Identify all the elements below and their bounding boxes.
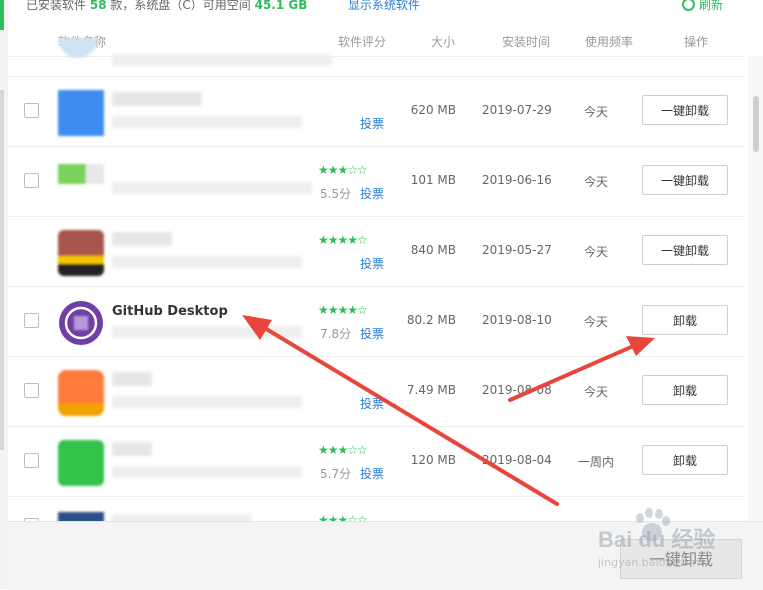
size-cell: 120 MB bbox=[410, 453, 456, 467]
frequency-cell: 一周内 bbox=[577, 455, 614, 469]
table-row: GitHub Desktop ★★★★☆ 7.8分 投票 80.2 MB 201… bbox=[8, 286, 744, 357]
uninstall-button[interactable]: 一键卸载 bbox=[642, 165, 728, 195]
install-date-cell: 2019-05-27 bbox=[482, 243, 552, 257]
uninstall-button[interactable]: 卸载 bbox=[642, 445, 728, 475]
frequency-cell: 今天 bbox=[583, 315, 608, 329]
github-desktop-icon bbox=[59, 301, 103, 345]
vertical-scrollbar[interactable] bbox=[748, 56, 763, 521]
size-cell: 840 MB bbox=[410, 243, 456, 257]
score-text: 5.5分 bbox=[320, 187, 352, 201]
blurred-description bbox=[112, 54, 332, 66]
size-cell: 80.2 MB bbox=[406, 313, 456, 327]
score-text: 7.8分 bbox=[320, 327, 352, 341]
blurred-description bbox=[112, 256, 302, 268]
install-date-cell: 2019-08-10 bbox=[482, 313, 552, 327]
app-icon bbox=[58, 440, 104, 486]
blurred-description bbox=[112, 116, 302, 128]
uninstall-button[interactable]: 卸载 bbox=[642, 375, 728, 405]
blurred-description bbox=[112, 396, 302, 408]
frequency-cell: 今天 bbox=[583, 105, 608, 119]
blurred-description bbox=[112, 466, 302, 478]
row-checkbox[interactable] bbox=[24, 383, 39, 398]
frequency-cell: 今天 bbox=[583, 175, 608, 189]
scrollbar-thumb[interactable] bbox=[753, 96, 759, 152]
install-date-cell: 2019-08-08 bbox=[482, 383, 552, 397]
install-date-cell: 2019-06-16 bbox=[482, 173, 552, 187]
blurred-description bbox=[112, 326, 302, 338]
rating-stars: ★★★☆☆ bbox=[318, 163, 368, 177]
watermark-brand: Bai du 经验 bbox=[598, 527, 716, 552]
row-checkbox[interactable] bbox=[24, 173, 39, 188]
size-cell: 7.49 MB bbox=[406, 383, 456, 397]
row-checkbox[interactable] bbox=[24, 313, 39, 328]
left-scroll-thumb[interactable] bbox=[0, 90, 4, 450]
row-checkbox[interactable] bbox=[24, 453, 39, 468]
install-date-cell: 2019-08-04 bbox=[482, 453, 552, 467]
size-cell: 620 MB bbox=[410, 103, 456, 117]
app-name: GitHub Desktop bbox=[112, 304, 228, 319]
blurred-description bbox=[112, 182, 312, 194]
frequency-cell: 今天 bbox=[583, 245, 608, 259]
rating-stars: ★★★☆☆ bbox=[318, 443, 368, 457]
table-row: ★★★★☆ 投票 840 MB 2019-05-27 今天 一键卸载 bbox=[8, 216, 744, 287]
uninstall-button[interactable]: 一键卸载 bbox=[642, 235, 728, 265]
vote-link[interactable]: 投票 bbox=[360, 395, 384, 412]
row-checkbox[interactable] bbox=[24, 103, 39, 118]
vote-link[interactable]: 投票 bbox=[360, 465, 384, 482]
blurred-name bbox=[112, 232, 172, 246]
table-row: 投票 7.49 MB 2019-08-08 今天 卸载 bbox=[8, 356, 744, 427]
vote-link[interactable]: 投票 bbox=[360, 115, 384, 132]
rating-stars: ★★★★☆ bbox=[318, 303, 368, 317]
blurred-name bbox=[112, 442, 152, 456]
score-text: 5.7分 bbox=[320, 467, 352, 481]
vote-link[interactable]: 投票 bbox=[360, 325, 384, 342]
blurred-name bbox=[112, 372, 152, 386]
uninstall-button[interactable]: 一键卸载 bbox=[642, 95, 728, 125]
table-row: ★★★☆☆ 5.7分 投票 120 MB 2019-08-04 一周内 卸载 bbox=[8, 426, 744, 497]
uninstall-button[interactable]: 卸载 bbox=[642, 305, 728, 335]
app-icon bbox=[58, 164, 104, 184]
rating-stars: ★★★☆☆ bbox=[318, 513, 368, 521]
size-cell: 101 MB bbox=[410, 173, 456, 187]
rating-stars: ★★★★☆ bbox=[318, 233, 368, 247]
app-icon bbox=[58, 370, 104, 416]
install-date-cell: 2019-07-29 bbox=[482, 103, 552, 117]
table-row: 投票 620 MB 2019-07-29 今天 一键卸载 bbox=[8, 76, 744, 147]
blurred-name bbox=[112, 92, 202, 106]
watermark-url: jingyan.baidu.com bbox=[598, 556, 700, 569]
blurred-name bbox=[112, 514, 252, 521]
table-row bbox=[8, 6, 744, 77]
app-icon bbox=[58, 38, 98, 58]
left-accent bbox=[0, 0, 4, 30]
vote-link[interactable]: 投票 bbox=[360, 185, 384, 202]
app-icon bbox=[58, 512, 104, 521]
table-row: ★★★☆☆ 5.5分 投票 101 MB 2019-06-16 今天 一键卸载 bbox=[8, 146, 744, 217]
app-icon bbox=[58, 90, 104, 136]
vote-link[interactable]: 投票 bbox=[360, 255, 384, 272]
frequency-cell: 今天 bbox=[583, 385, 608, 399]
app-icon bbox=[58, 230, 104, 276]
